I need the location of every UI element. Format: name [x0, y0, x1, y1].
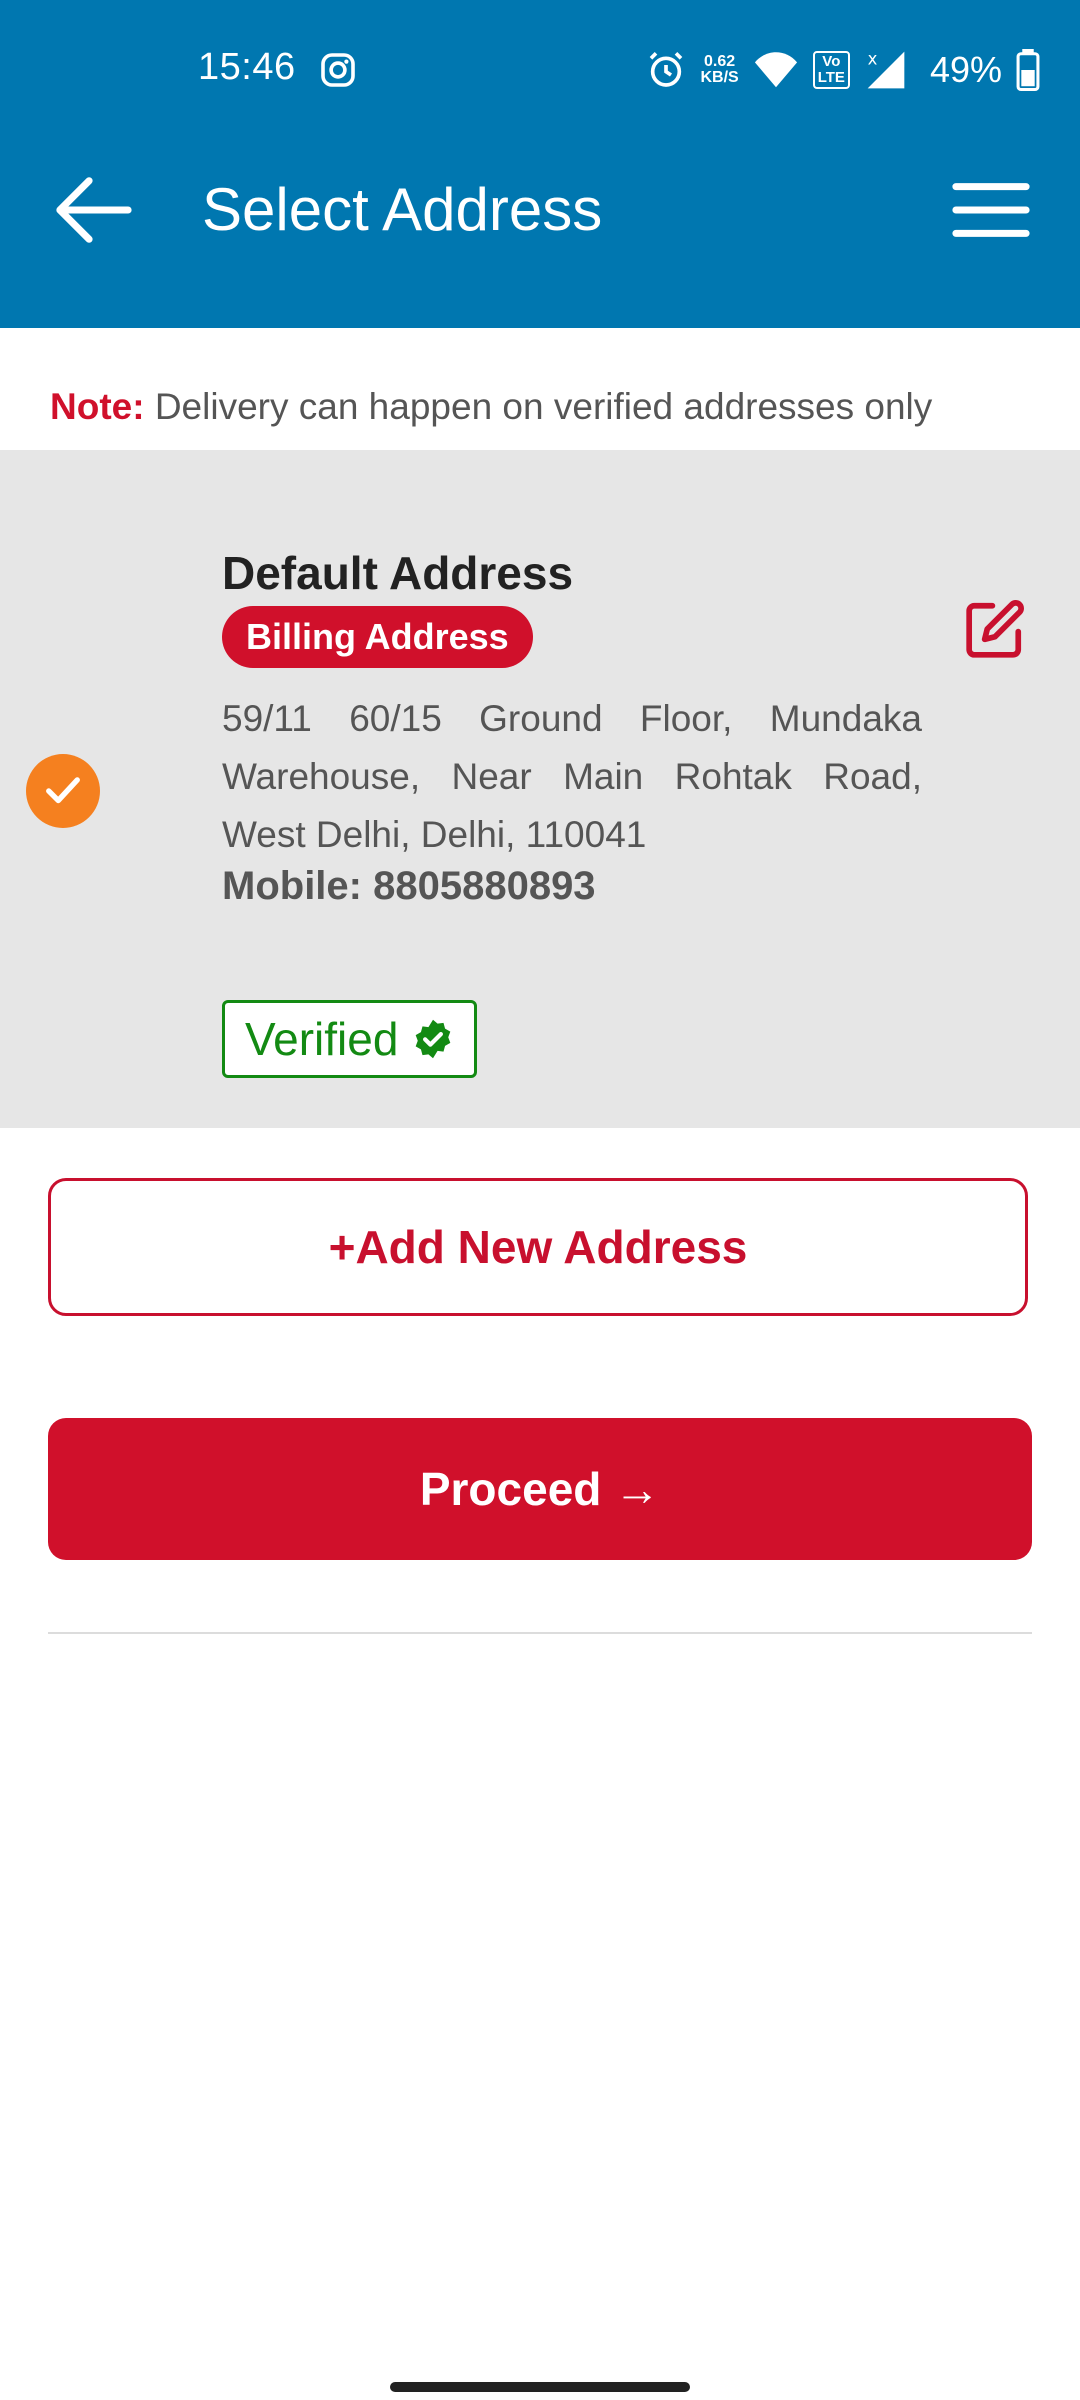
verified-badge: Verified	[222, 1000, 478, 1078]
address-card[interactable]: Default Address Billing Address 59/11 60…	[0, 450, 1080, 1128]
battery-icon	[1016, 49, 1040, 91]
status-bar: 15:46 0.62 KB/S Vo LTE x 49%	[0, 0, 1080, 140]
mobile-number: Mobile: 8805880893	[222, 864, 596, 908]
top-app-area: 15:46 0.62 KB/S Vo LTE x 49% Select Addr…	[0, 0, 1080, 328]
divider	[48, 1632, 1032, 1634]
note-label: Note:	[50, 386, 145, 427]
verified-check-icon	[416, 1019, 451, 1059]
billing-address-badge: Billing Address	[222, 606, 533, 668]
address-text: 59/11 60/15 Ground Floor, Mundaka Wareho…	[222, 698, 922, 855]
instagram-icon	[321, 53, 355, 87]
home-indicator[interactable]	[390, 2382, 690, 2392]
status-time: 15:46	[198, 46, 296, 88]
signal-icon: x	[867, 50, 905, 89]
address-title: Default Address	[222, 547, 574, 599]
edit-icon[interactable]	[964, 598, 1026, 660]
network-speed: 0.62 KB/S	[700, 53, 739, 86]
back-arrow-icon[interactable]	[54, 174, 132, 246]
note-text: Delivery can happen on verified addresse…	[154, 386, 933, 427]
delivery-note: Note: Delivery can happen on verified ad…	[50, 386, 932, 428]
add-new-address-button[interactable]: +Add New Address	[48, 1178, 1028, 1316]
status-icons: 0.62 KB/S Vo LTE x 49%	[646, 48, 1040, 92]
volte-icon: Vo LTE	[812, 51, 850, 89]
verified-label: Verified	[245, 1013, 399, 1065]
proceed-button[interactable]: Proceed →	[48, 1418, 1032, 1560]
hamburger-menu-icon[interactable]	[952, 178, 1030, 242]
selected-check-icon[interactable]	[26, 754, 100, 828]
svg-text:x: x	[868, 50, 878, 69]
battery-percent: 49%	[929, 49, 1002, 90]
wifi-icon	[754, 52, 797, 88]
page-title: Select Address	[202, 176, 603, 243]
app-bar: Select Address	[0, 150, 1080, 270]
alarm-icon	[650, 52, 683, 87]
